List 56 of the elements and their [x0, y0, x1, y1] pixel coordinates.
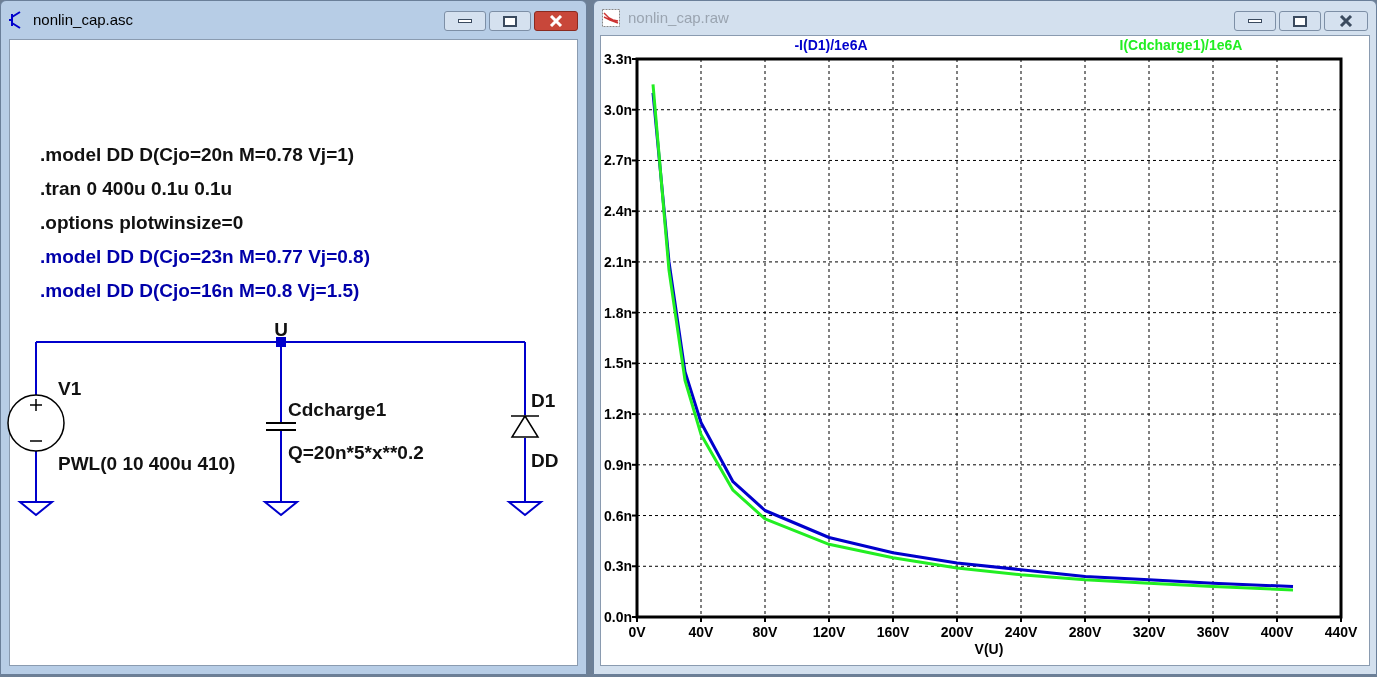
capacitor-symbol [265, 422, 297, 431]
component-name: D1 [531, 390, 556, 411]
x-tick-label: 0V [628, 624, 646, 640]
component-value: Q=20n*5*x**0.2 [288, 442, 424, 463]
x-tick-label: 440V [1324, 624, 1358, 640]
y-tick-label: 3.0n [604, 101, 632, 118]
y-tick-label: 0.6n [604, 507, 632, 524]
y-tick-label: 2.4n [604, 203, 632, 220]
x-tick-label: 360V [1196, 624, 1230, 640]
close-button[interactable] [1324, 11, 1368, 31]
window-title: nonlin_cap.raw [628, 7, 729, 28]
minimize-button[interactable] [444, 11, 486, 31]
x-tick-label: 280V [1068, 624, 1102, 640]
y-tick-label: 2.7n [604, 152, 632, 169]
ground-symbol [264, 497, 300, 516]
maximize-button[interactable] [1279, 11, 1321, 31]
x-axis-label: V(U) [974, 641, 1004, 657]
y-tick-label: 3.3n [604, 51, 632, 67]
spice-directive: .options plotwinsize=0 [40, 211, 244, 235]
spice-directive: .model DD D(Cjo=20n M=0.78 Vj=1) [40, 143, 355, 167]
legend-label: I(Cdcharge1)/1e6A [1119, 37, 1243, 53]
x-tick-label: 120V [812, 624, 846, 640]
window-title: nonlin_cap.asc [33, 9, 134, 30]
node-marker [276, 337, 286, 347]
close-button[interactable] [534, 11, 578, 31]
x-tick-label: 40V [688, 624, 714, 640]
x-tick-label: 200V [940, 624, 974, 640]
y-tick-label: 1.8n [604, 304, 632, 321]
y-tick-label: 0.3n [604, 558, 632, 575]
net-label: U [274, 319, 288, 340]
comment-text: .model DD D(Cjo=23n M=0.77 Vj=0.8) [40, 245, 370, 269]
component-value: DD [531, 450, 559, 471]
component-name: Cdcharge1 [288, 399, 387, 420]
y-tick-label: 2.1n [604, 253, 632, 270]
ground-symbol [19, 497, 55, 516]
comment-text: .model DD D(Cjo=16n M=0.8 Vj=1.5) [40, 279, 360, 303]
x-tick-label: 400V [1260, 624, 1294, 640]
y-tick-label: 0.0n [604, 609, 632, 625]
x-tick-label: 80V [752, 624, 778, 640]
legend-label: -I(D1)/1e6A [794, 37, 868, 53]
ground-symbol [508, 497, 544, 516]
maximize-button[interactable] [489, 11, 531, 31]
close-icon [549, 15, 563, 27]
plot-icon [602, 9, 620, 27]
y-tick-label: 1.2n [604, 406, 632, 423]
x-tick-label: 240V [1004, 624, 1038, 640]
x-tick-label: 160V [876, 624, 910, 640]
minimize-button[interactable] [1234, 11, 1276, 31]
x-tick-label: 320V [1132, 624, 1166, 640]
component-name: V1 [58, 378, 82, 399]
y-tick-label: 0.9n [604, 456, 632, 473]
component-value: PWL(0 10 400u 410) [58, 453, 236, 474]
spice-directive: .tran 0 400u 0.1u 0.1u [40, 177, 233, 201]
close-icon [1339, 15, 1353, 27]
y-tick-label: 1.5n [604, 355, 632, 372]
diode-symbol [510, 415, 540, 438]
